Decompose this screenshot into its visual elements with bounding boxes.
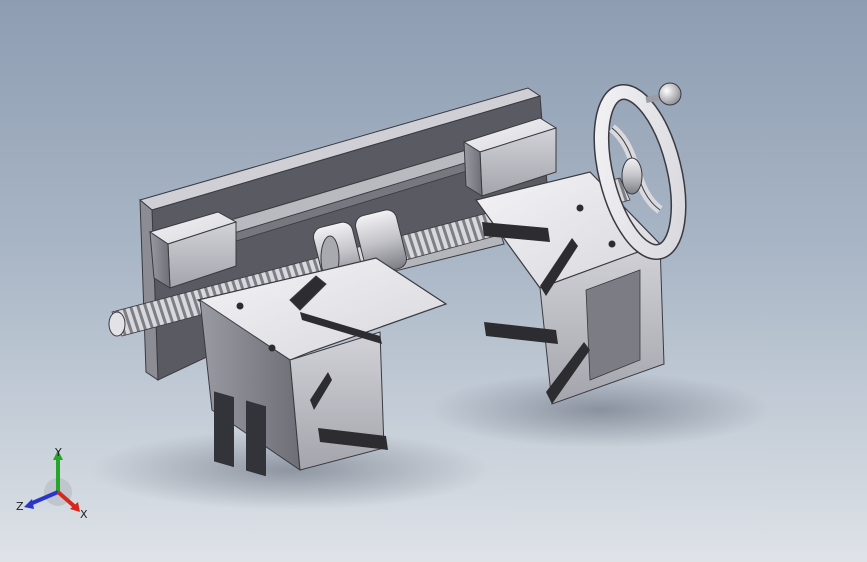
screw-hole-icon bbox=[268, 344, 276, 352]
hand-wheel-knob[interactable] bbox=[658, 82, 682, 106]
screw-hole-icon bbox=[576, 204, 584, 212]
x-axis-label: X bbox=[80, 508, 88, 521]
orientation-triad[interactable]: Y Z X bbox=[14, 446, 94, 526]
z-axis-label: Z bbox=[16, 500, 24, 513]
vise-assembly-model[interactable] bbox=[0, 0, 867, 562]
right-jaw-block[interactable] bbox=[474, 171, 665, 405]
z-axis-head bbox=[24, 499, 34, 509]
left-jaw-slot-1 bbox=[214, 391, 234, 468]
screw-hole-icon bbox=[236, 302, 244, 310]
cad-viewport[interactable]: Y Z X bbox=[0, 0, 867, 562]
y-axis-label: Y bbox=[54, 446, 62, 459]
lead-screw-end[interactable] bbox=[108, 311, 126, 337]
screw-hole-icon bbox=[608, 240, 616, 248]
left-jaw-slot-2 bbox=[246, 400, 266, 477]
